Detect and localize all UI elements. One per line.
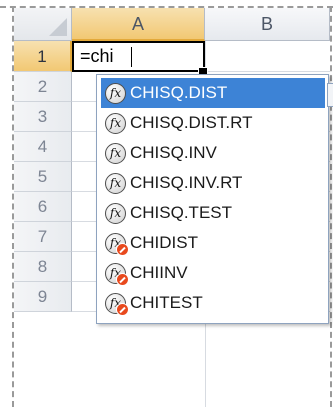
column-header-a[interactable]: A <box>72 8 205 41</box>
row-header-6[interactable]: 6 <box>14 192 72 222</box>
row-header-8[interactable]: 8 <box>14 252 72 282</box>
autocomplete-item[interactable]: fx CHIINV <box>101 258 325 288</box>
autocomplete-item-label: CHIINV <box>130 263 188 282</box>
row-header-9[interactable]: 9 <box>14 282 72 312</box>
legacy-function-icon: fx <box>105 232 129 256</box>
row-header-7[interactable]: 7 <box>14 222 72 252</box>
row-header-1[interactable]: 1 <box>14 41 72 72</box>
autocomplete-item-label: CHISQ.DIST <box>130 83 228 102</box>
row-header-3[interactable]: 3 <box>14 102 72 132</box>
legacy-function-icon: fx <box>105 262 129 286</box>
legacy-function-icon: fx <box>105 292 129 316</box>
function-icon: fx <box>105 82 126 104</box>
cell-a1-formula[interactable]: =chi <box>80 41 114 72</box>
autocomplete-item-label: CHITEST <box>130 293 203 312</box>
autocomplete-item-label: CHISQ.INV <box>130 143 217 162</box>
autocomplete-item-label: CHIDIST <box>130 233 198 252</box>
autocomplete-item[interactable]: fx CHISQ.INV <box>101 138 325 168</box>
autocomplete-item-label: CHISQ.DIST.RT <box>130 113 253 132</box>
select-all-button[interactable] <box>14 8 72 41</box>
autocomplete-item[interactable]: fx CHITEST <box>101 288 325 318</box>
row-header-5[interactable]: 5 <box>14 162 72 192</box>
row-header-4[interactable]: 4 <box>14 132 72 162</box>
autocomplete-item[interactable]: fx CHISQ.DIST <box>101 78 325 108</box>
autocomplete-item-label: CHISQ.INV.RT <box>130 173 243 192</box>
function-autocomplete-list[interactable]: fx CHISQ.DIST fx CHISQ.DIST.RT fx CHISQ.… <box>96 74 333 324</box>
selection-frame-right <box>330 6 332 407</box>
autocomplete-item[interactable]: fx CHISQ.DIST.RT <box>101 108 325 138</box>
autocomplete-item[interactable]: fx CHIDIST <box>101 228 325 258</box>
function-icon: fx <box>105 202 126 224</box>
column-header-b[interactable]: B <box>205 8 330 41</box>
row-header-2[interactable]: 2 <box>14 72 72 102</box>
function-icon: fx <box>105 112 126 134</box>
spreadsheet-grid: A B 1 2 3 4 5 6 7 8 9 =chi fx CHISQ.DIST… <box>0 0 333 407</box>
autocomplete-tooltip-edge <box>327 83 333 107</box>
select-all-triangle-icon <box>49 18 67 36</box>
text-caret <box>131 47 132 67</box>
autocomplete-item[interactable]: fx CHISQ.INV.RT <box>101 168 325 198</box>
function-icon: fx <box>105 142 126 164</box>
function-icon: fx <box>105 172 126 194</box>
autocomplete-item[interactable]: fx CHISQ.TEST <box>101 198 325 228</box>
autocomplete-item-label: CHISQ.TEST <box>130 203 233 222</box>
